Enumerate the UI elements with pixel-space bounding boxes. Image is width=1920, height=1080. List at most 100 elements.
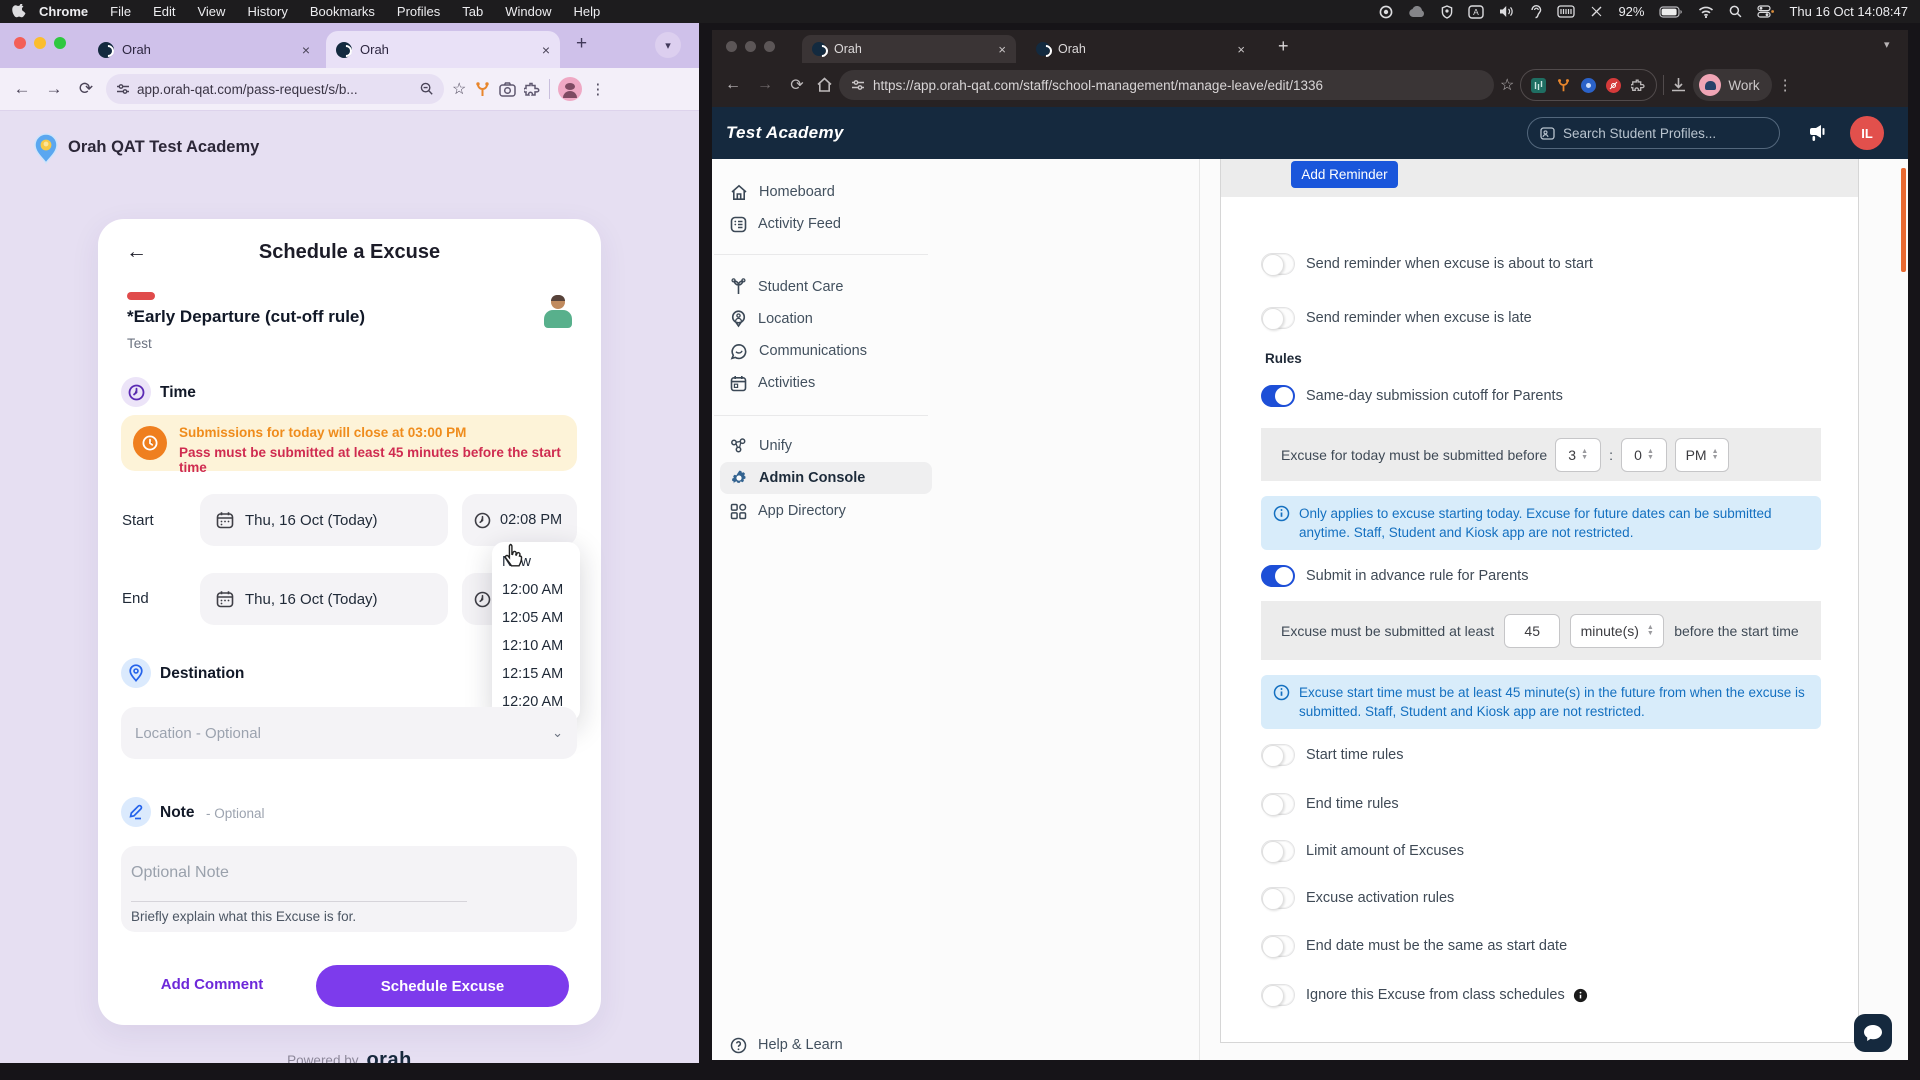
sidebar-item-location[interactable]: Location <box>720 303 932 335</box>
forward-icon[interactable]: → <box>42 79 66 99</box>
downloads-icon[interactable] <box>1670 77 1687 94</box>
zoom-out-icon[interactable] <box>420 82 434 96</box>
chat-launcher-button[interactable] <box>1854 1014 1892 1052</box>
toggle-end-time-rules[interactable] <box>1261 793 1295 816</box>
toggle-activation-rules[interactable] <box>1261 887 1295 910</box>
camera-extension-icon[interactable] <box>499 81 517 97</box>
select-chevrons-icon[interactable]: ▲ ▼ <box>1712 448 1719 461</box>
info-dark-icon[interactable] <box>1573 988 1588 1003</box>
browser-tab-active[interactable]: Orah × <box>802 35 1016 63</box>
user-avatar[interactable]: IL <box>1850 116 1884 150</box>
site-settings-icon[interactable] <box>851 78 865 92</box>
time-option[interactable]: 12:15 AM <box>492 660 580 688</box>
student-search-input[interactable]: Search Student Profiles... <box>1527 117 1780 149</box>
toggle-submit-advance[interactable] <box>1261 565 1295 587</box>
advance-unit-select[interactable]: minute(s) ▲ ▼ <box>1570 613 1665 648</box>
toggle-start-time-rules[interactable] <box>1261 744 1295 767</box>
sidebar-item-activities[interactable]: Activities <box>720 367 932 399</box>
toggle-sameday-cutoff[interactable] <box>1261 385 1295 407</box>
tab-search-chevron-icon[interactable]: ▾ <box>655 32 681 58</box>
apple-logo-icon[interactable] <box>12 3 26 20</box>
end-date-field[interactable]: Thu, 16 Oct (Today) <box>200 573 448 625</box>
orah-extension-icon[interactable] <box>474 81 491 98</box>
spinner-icon[interactable]: ▲ ▼ <box>1581 448 1588 461</box>
hearing-icon[interactable] <box>1530 4 1542 19</box>
time-option[interactable]: 12:05 AM <box>492 604 580 632</box>
close-tab-icon[interactable]: × <box>984 42 1006 57</box>
reload-icon[interactable]: ⟳ <box>784 75 810 95</box>
extension-icon-2[interactable] <box>1556 78 1571 93</box>
schedule-excuse-button[interactable]: Schedule Excuse <box>316 965 569 1007</box>
spotlight-search-icon[interactable] <box>1729 5 1742 18</box>
extensions-puzzle-icon[interactable] <box>1631 78 1646 93</box>
sidebar-item-student-care[interactable]: Student Care <box>720 271 932 303</box>
browser-menu-kebab-icon[interactable]: ⋮ <box>590 80 605 98</box>
start-time-field[interactable]: 02:08 PM <box>462 494 577 546</box>
browser-tab-active[interactable]: Orah × <box>326 31 560 68</box>
add-reminder-button[interactable]: Add Reminder <box>1291 161 1398 188</box>
address-bar[interactable]: app.orah-qat.com/pass-request/s/b... <box>106 74 444 104</box>
start-date-field[interactable]: Thu, 16 Oct (Today) <box>200 494 448 546</box>
screen-record-icon[interactable] <box>1379 5 1393 19</box>
menu-edit[interactable]: Edit <box>144 4 184 19</box>
close-tab-icon[interactable]: × <box>528 42 550 58</box>
sidebar-item-help-learn[interactable]: Help & Learn <box>720 1029 932 1060</box>
close-window-button[interactable] <box>14 37 26 49</box>
zoom-window-button[interactable] <box>54 37 66 49</box>
site-settings-icon[interactable] <box>116 82 130 96</box>
keypad-icon[interactable] <box>1557 5 1576 18</box>
menu-bookmarks[interactable]: Bookmarks <box>301 4 384 19</box>
bookmark-star-icon[interactable]: ☆ <box>1500 75 1514 95</box>
close-tab-icon[interactable]: × <box>1223 42 1245 57</box>
cloud-icon[interactable] <box>1408 5 1426 18</box>
home-icon[interactable] <box>816 77 833 93</box>
extensions-puzzle-icon[interactable] <box>524 81 541 98</box>
spinner-icon[interactable]: ▲ ▼ <box>1647 448 1654 461</box>
menu-history[interactable]: History <box>238 4 296 19</box>
cutoff-hour-input[interactable]: 3 ▲ ▼ <box>1555 437 1602 472</box>
add-comment-button[interactable]: Add Comment <box>132 976 292 993</box>
pen-off-icon[interactable] <box>1590 5 1603 18</box>
address-bar[interactable]: https://app.orah-qat.com/staff/school-ma… <box>839 70 1494 100</box>
back-icon[interactable]: ← <box>720 76 746 94</box>
time-option[interactable]: 12:00 AM <box>492 576 580 604</box>
toggle-same-end-date[interactable] <box>1261 935 1295 958</box>
sidebar-item-activity-feed[interactable]: Activity Feed <box>720 208 932 240</box>
menu-profiles[interactable]: Profiles <box>388 4 449 19</box>
cutoff-minute-input[interactable]: 0 ▲ ▼ <box>1621 437 1668 472</box>
bookmark-star-icon[interactable]: ☆ <box>452 79 466 99</box>
extension-icon-3[interactable] <box>1581 77 1597 93</box>
menu-bar-clock[interactable]: Thu 16 Oct 14:08:47 <box>1789 4 1908 19</box>
toggle-reminder-late[interactable] <box>1261 307 1295 330</box>
profile-avatar[interactable] <box>558 77 583 101</box>
cutoff-meridiem-select[interactable]: PM ▲ ▼ <box>1675 437 1730 472</box>
select-chevrons-icon[interactable]: ▲ ▼ <box>1647 624 1654 637</box>
location-shield-icon[interactable] <box>1441 4 1453 19</box>
menu-chrome[interactable]: Chrome <box>30 4 97 19</box>
extension-icon-4[interactable] <box>1606 77 1622 93</box>
tab-search-chevron-icon[interactable]: ▾ <box>1884 38 1890 51</box>
menu-window[interactable]: Window <box>496 4 560 19</box>
sidebar-item-app-directory[interactable]: App Directory <box>720 495 932 527</box>
toggle-limit-excuses[interactable] <box>1261 840 1295 863</box>
close-tab-icon[interactable]: × <box>288 42 310 58</box>
browser-profile-chip[interactable]: Work <box>1693 69 1772 101</box>
location-select[interactable]: Location - Optional ⌄ <box>121 707 577 759</box>
control-center-icon[interactable] <box>1757 5 1775 18</box>
extension-icon-1[interactable] <box>1531 77 1547 93</box>
new-tab-button[interactable]: + <box>1278 36 1289 57</box>
menu-view[interactable]: View <box>188 4 234 19</box>
reload-icon[interactable]: ⟳ <box>74 79 98 99</box>
volume-icon[interactable] <box>1499 5 1515 18</box>
sidebar-item-homeboard[interactable]: Homeboard <box>720 176 932 208</box>
zoom-window-button[interactable] <box>764 41 775 52</box>
time-option[interactable]: 12:10 AM <box>492 632 580 660</box>
toggle-ignore-class-schedules[interactable] <box>1261 984 1295 1007</box>
browser-tab[interactable]: Orah × <box>88 31 320 68</box>
note-textarea[interactable]: Optional Note Briefly explain what this … <box>121 846 577 932</box>
sidebar-item-unify[interactable]: Unify <box>720 430 932 462</box>
scrollbar-thumb[interactable] <box>1901 168 1906 272</box>
wifi-icon[interactable] <box>1698 6 1714 18</box>
menu-tab[interactable]: Tab <box>453 4 492 19</box>
toggle-reminder-start[interactable] <box>1261 253 1295 276</box>
